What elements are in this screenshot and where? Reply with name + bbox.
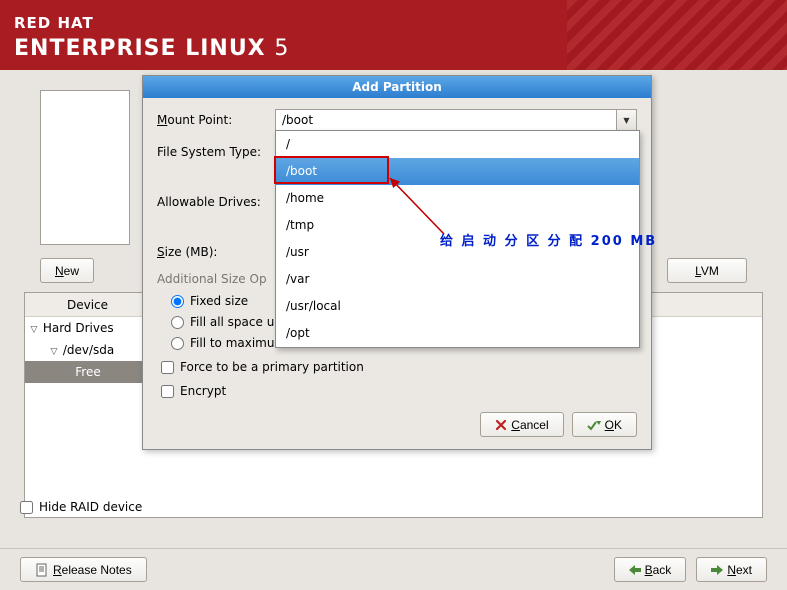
lvm-button[interactable]: LVM [667,258,747,283]
cancel-button[interactable]: Cancel [480,412,563,437]
ok-button[interactable]: OK [572,412,637,437]
radio-fixed-input[interactable] [171,295,184,308]
footer-bar: Release Notes Back Next [0,548,787,590]
check-primary[interactable]: Force to be a primary partition [161,358,637,376]
mount-point-dropdown[interactable]: //boot/home/tmp/usr/var/usr/local/opt [275,130,640,348]
hide-raid-label: Hide RAID device [39,500,142,514]
dropdown-option[interactable]: /boot [276,158,639,185]
header-product: ENTERPRISE LINUX [14,36,266,61]
dialog-title: Add Partition [143,76,651,98]
chevron-down-icon[interactable]: ▼ [616,110,636,130]
dropdown-option[interactable]: /usr [276,239,639,266]
hide-raid-checkbox[interactable] [20,501,33,514]
release-notes-button[interactable]: Release Notes [20,557,147,582]
dropdown-option[interactable]: / [276,131,639,158]
dropdown-option[interactable]: /opt [276,320,639,347]
header-version: 5 [274,36,289,61]
back-button[interactable]: Back [614,557,687,582]
radio-fillup-input[interactable] [171,316,184,329]
dropdown-option[interactable]: /usr/local [276,293,639,320]
allowable-drives-label: Allowable Drives: [157,195,275,209]
cancel-icon [495,419,507,431]
fs-type-label: File System Type: [157,145,275,159]
dropdown-option[interactable]: /var [276,266,639,293]
hide-raid-checkbox-row[interactable]: Hide RAID device [20,500,142,514]
mount-point-label: Mount Point: [157,113,275,127]
radio-fillmax-input[interactable] [171,337,184,350]
new-button-rest: e [64,264,71,278]
mount-point-combo[interactable]: /boot ▼ [275,109,637,131]
notes-icon [35,563,49,577]
dropdown-option[interactable]: /tmp [276,212,639,239]
next-button[interactable]: Next [696,557,767,582]
col-device[interactable]: Device [25,293,151,317]
tree-free[interactable]: Free [25,361,151,383]
size-label: Size (MB): [157,245,275,259]
check-encrypt[interactable]: Encrypt [161,382,637,400]
dropdown-option[interactable]: /home [276,185,639,212]
new-button-mnemonic: N [55,264,64,278]
header-line2: ENTERPRISE LINUX 5 [14,36,289,61]
header-line1: RED HAT [14,14,94,32]
new-button[interactable]: New [40,258,94,283]
arrow-right-icon [711,565,723,575]
ok-icon [587,419,601,431]
disk-preview-box [40,90,130,245]
arrow-left-icon [629,565,641,575]
header-banner: RED HAT ENTERPRISE LINUX 5 [0,0,787,70]
check-primary-input[interactable] [161,361,174,374]
mount-point-value: /boot [276,113,616,127]
check-encrypt-input[interactable] [161,385,174,398]
